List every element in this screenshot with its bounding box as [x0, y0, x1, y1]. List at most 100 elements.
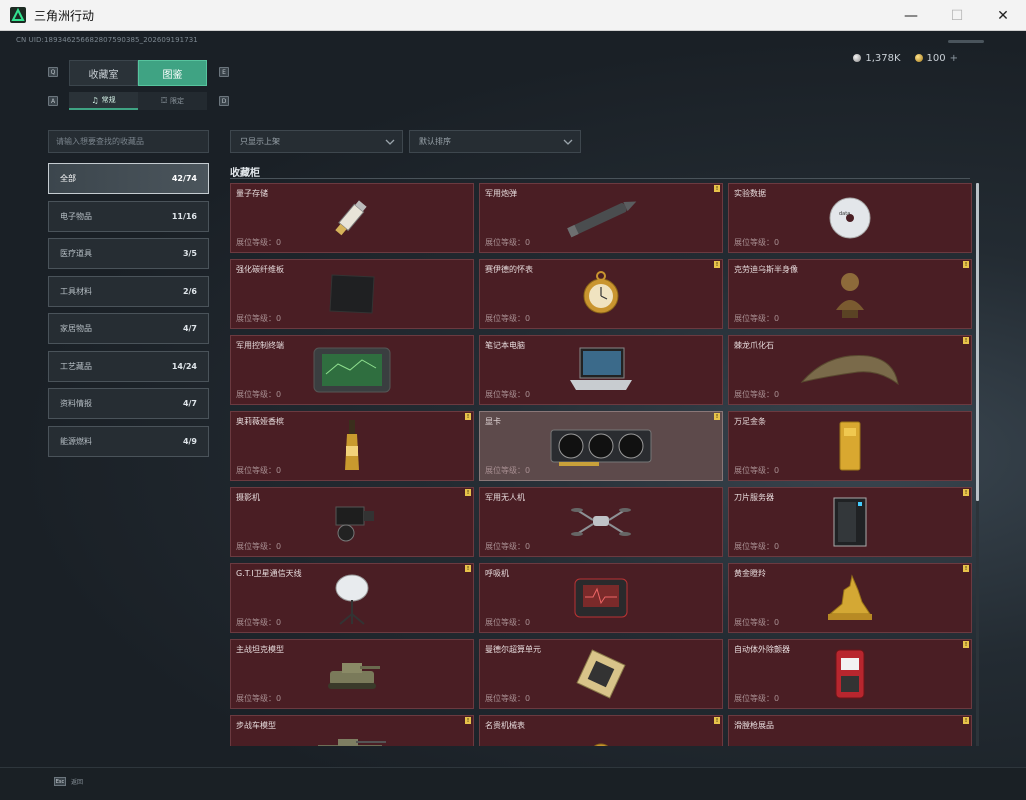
maximize-button[interactable]: ☐: [934, 0, 980, 31]
scrollbar-thumb[interactable]: [976, 183, 979, 501]
category-item[interactable]: 工艺藏品 14/24: [48, 350, 209, 382]
collection-item-card[interactable]: 强化碳纤维板 展位等级：0: [230, 259, 474, 329]
collection-item-card[interactable]: 万足金条 展位等级：0: [728, 411, 972, 481]
collection-item-card[interactable]: G.T.I卫星通信天线! 展位等级：0: [230, 563, 474, 633]
collection-item-card[interactable]: 实验数据 data 展位等级：0: [728, 183, 972, 253]
cd-disc-icon: data: [795, 189, 905, 247]
main-tabs: 收藏室 图鉴: [69, 60, 207, 86]
item-level: 展位等级：0: [236, 390, 282, 399]
music-note-icon: ♫: [91, 95, 99, 105]
minimize-button[interactable]: —: [888, 0, 934, 31]
collection-item-card[interactable]: 黄金瞪羚! 展位等级：0: [728, 563, 972, 633]
category-label: 能源燃料: [60, 436, 92, 446]
new-item-flag-icon: !: [465, 565, 471, 572]
category-item[interactable]: 能源燃料 4/9: [48, 425, 209, 457]
new-item-flag-icon: !: [963, 489, 969, 496]
collection-item-card[interactable]: 摄影机! 展位等级：0: [230, 487, 474, 557]
item-name: 摄影机: [236, 493, 260, 502]
item-name: 呼吸机: [485, 569, 509, 578]
item-level: 展位等级：0: [236, 542, 282, 551]
item-name: 刀片服务器: [734, 493, 774, 502]
category-count: 14/24: [171, 361, 197, 371]
item-name: 军用无人机: [485, 493, 525, 502]
new-item-flag-icon: !: [465, 489, 471, 496]
collection-item-card[interactable]: 量子存储展位等级：0: [230, 183, 474, 253]
category-label: 家居物品: [60, 324, 92, 333]
section-title: 收藏柜: [230, 168, 260, 179]
add-currency-button[interactable]: +: [950, 53, 958, 64]
esc-key-hint: Esc: [54, 777, 66, 786]
item-name: 曼德尔超算单元: [485, 645, 541, 654]
collection-item-card[interactable]: 军用无人机 展位等级：0: [479, 487, 723, 557]
category-label: 医疗道具: [60, 249, 92, 258]
new-item-flag-icon: !: [714, 717, 720, 724]
tab-codex[interactable]: 图鉴: [138, 60, 207, 86]
subtab-regular[interactable]: ♫ 常规: [69, 92, 138, 110]
item-name: 主战坦克模型: [236, 645, 284, 654]
new-item-flag-icon: !: [465, 717, 471, 724]
category-item[interactable]: 工具材料 2/6: [48, 275, 209, 307]
collection-item-card[interactable]: 赛伊德的怀表! 展位等级：0: [479, 259, 723, 329]
laptop-icon: [546, 341, 656, 399]
item-level: 展位等级：0: [485, 466, 531, 475]
collection-item-card[interactable]: 刀片服务器! 展位等级：0: [728, 487, 972, 557]
item-level: 展位等级：0: [485, 314, 531, 323]
ifv-model-icon: [297, 721, 407, 746]
collection-item-card[interactable]: 主战坦克模型 展位等级：0: [230, 639, 474, 709]
tab-collection-room[interactable]: 收藏室: [69, 60, 138, 86]
back-hint[interactable]: Esc 返回: [54, 777, 83, 786]
search-input[interactable]: [48, 130, 209, 153]
category-count: 4/7: [182, 324, 197, 333]
wristwatch-icon: [546, 721, 656, 746]
item-name: 克劳迪乌斯半身像: [734, 265, 798, 274]
back-label: 返回: [71, 779, 84, 786]
tab-prev-key-hint: Q: [48, 67, 58, 77]
item-level: 展位等级：0: [236, 314, 282, 323]
subtab-next-key-hint: D: [219, 96, 229, 106]
subtab-limited[interactable]: ⛋ 限定: [138, 92, 207, 110]
collection-item-card[interactable]: 步战车模型!展位等级：0: [230, 715, 474, 746]
silver-coin-icon: [853, 54, 862, 62]
item-name: 步战车模型: [236, 721, 276, 730]
category-label: 工具材料: [60, 286, 92, 296]
collection-item-card[interactable]: 显卡! 展位等级：0: [479, 411, 723, 481]
camera-icon: [297, 493, 407, 551]
collection-grid: 量子存储 展位等级：0 军用炮弹! 展位等级：0 实验数据 data 展位等级：0 强化碳纤维…: [230, 183, 972, 746]
collection-item-card[interactable]: 滑膛枪展品!展位等级：0: [728, 715, 972, 746]
musket-icon: [795, 721, 905, 746]
category-item[interactable]: 电子物品 11/16: [48, 200, 209, 232]
tank-model-icon: [297, 645, 407, 703]
category-item[interactable]: 家居物品 4/7: [48, 313, 209, 344]
shelf-filter-dropdown[interactable]: 只显示上架: [230, 130, 403, 153]
category-item[interactable]: 医疗道具 3/5: [48, 238, 209, 269]
drone-icon: [546, 493, 656, 551]
new-item-flag-icon: !: [963, 641, 969, 648]
close-button[interactable]: ✕: [980, 0, 1026, 31]
claw-fossil-icon: [795, 341, 905, 399]
limited-icon: ⛋: [160, 96, 168, 105]
item-name: 量子存储: [236, 189, 268, 198]
collection-item-card[interactable]: 克劳迪乌斯半身像! 展位等级：0: [728, 259, 972, 329]
collection-item-card[interactable]: 军用控制终端 展位等级：0: [230, 335, 474, 405]
collection-item-card[interactable]: 军用炮弹! 展位等级：0: [479, 183, 723, 253]
category-item[interactable]: 全部 42/74: [48, 163, 209, 194]
item-level: 展位等级：0: [485, 694, 531, 703]
collection-item-card[interactable]: 奥莉薇娅香槟! 展位等级：0: [230, 411, 474, 481]
collection-item-card[interactable]: 笔记本电脑 展位等级：0: [479, 335, 723, 405]
item-level: 展位等级：0: [236, 238, 282, 247]
collection-item-card[interactable]: 自动体外除颤器! 展位等级：0: [728, 639, 972, 709]
category-item[interactable]: 资料情报 4/7: [48, 388, 209, 419]
sort-dropdown[interactable]: 默认排序: [409, 130, 581, 153]
graphics-card-icon: [546, 417, 656, 475]
collection-item-card[interactable]: 名贵机械表!展位等级：0: [479, 715, 723, 746]
collection-item-card[interactable]: 曼德尔超算单元 展位等级：0: [479, 639, 723, 709]
currency-bar: 1,378K 100 +: [853, 53, 958, 64]
collection-item-card[interactable]: 棘龙爪化石! 展位等级：0: [728, 335, 972, 405]
item-level: 展位等级：0: [734, 618, 780, 627]
chevron-down-icon: [384, 136, 396, 150]
gold-currency: 100 +: [914, 53, 958, 64]
item-name: 赛伊德的怀表: [485, 265, 533, 274]
collection-item-card[interactable]: 呼吸机 展位等级：0: [479, 563, 723, 633]
section-divider: [230, 178, 970, 179]
sub-tabs: ♫ 常规 ⛋ 限定: [69, 92, 207, 110]
